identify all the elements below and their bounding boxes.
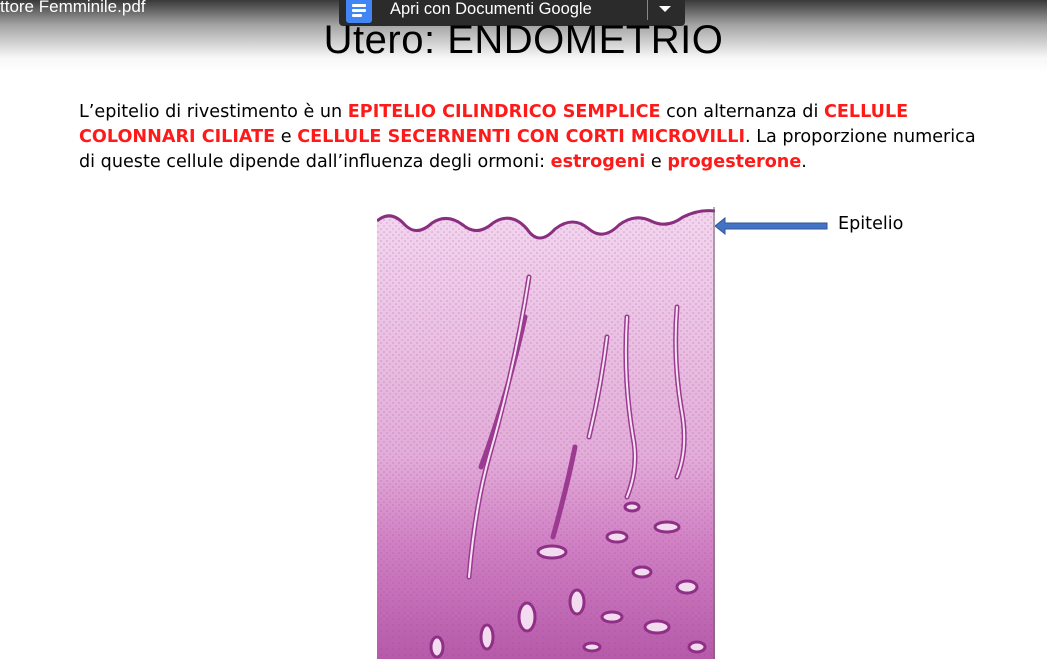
paragraph-text: e <box>275 127 298 147</box>
highlight-term: EPITELIO CILINDRICO SEMPLICE <box>347 102 661 122</box>
slide-paragraph: L’epitelio di rivestimento è un EPITELIO… <box>79 100 979 175</box>
paragraph-text: con alternanza di <box>660 102 824 122</box>
epitelio-label: Epitelio <box>838 214 904 234</box>
button-divider <box>647 0 648 20</box>
paragraph-text: . <box>801 152 807 172</box>
paragraph-text: e <box>645 152 668 172</box>
file-name: ttore Femminile.pdf <box>0 0 146 16</box>
paragraph-text: L’epitelio di rivestimento è un <box>79 102 348 122</box>
highlight-term: estrogeni <box>550 152 646 172</box>
open-with-label: Apri con Documenti Google <box>390 0 592 18</box>
slide-title: Utero: ENDOMETRIO <box>323 18 724 62</box>
dropdown-caret-icon[interactable] <box>659 6 671 12</box>
highlight-term: progesterone <box>667 152 802 172</box>
epitelio-arrow-icon <box>715 217 828 235</box>
highlight-term: CELLULE SECERNENTI CON CORTI MICROVILLI <box>297 127 746 147</box>
endometrium-micrograph <box>377 207 715 659</box>
